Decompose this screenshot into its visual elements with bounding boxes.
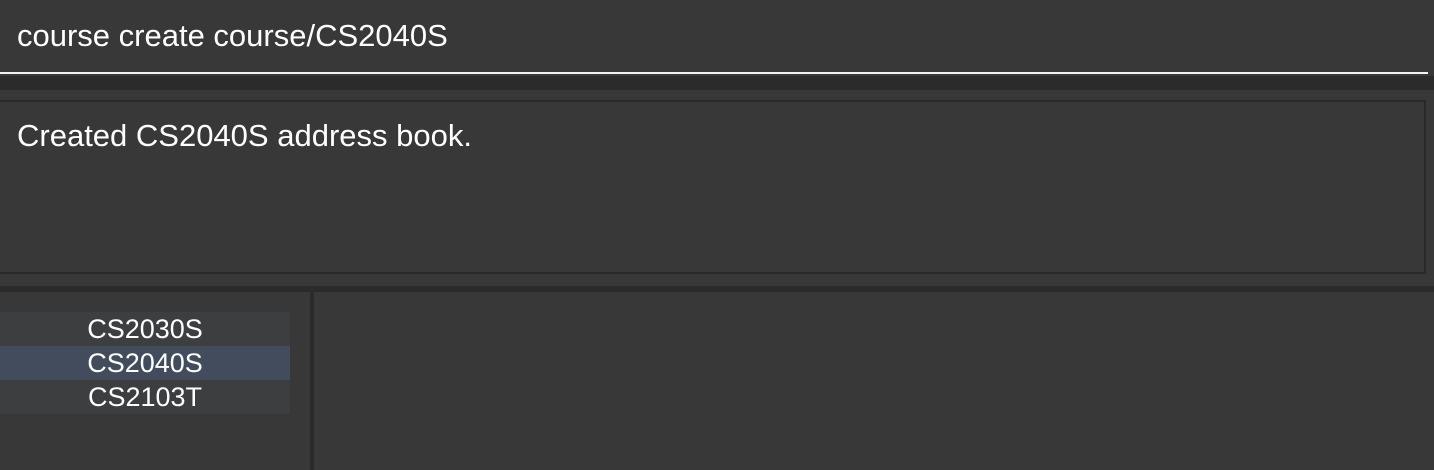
course-list-item[interactable]: CS2103T	[0, 380, 290, 414]
person-list-panel	[314, 292, 1434, 470]
divider	[0, 76, 1434, 90]
result-display[interactable]: Created CS2040S address book.	[0, 100, 1426, 274]
course-list-panel: CS2030S CS2040S CS2103T	[0, 292, 310, 470]
command-input[interactable]	[0, 0, 1428, 74]
main-panel: CS2030S CS2040S CS2103T	[0, 292, 1434, 470]
course-list-item[interactable]: CS2030S	[0, 312, 290, 346]
course-list-item-selected[interactable]: CS2040S	[0, 346, 290, 380]
app-window: Created CS2040S address book. CS2030S CS…	[0, 0, 1434, 470]
result-display-container: Created CS2040S address book.	[0, 90, 1434, 286]
result-message: Created CS2040S address book.	[17, 118, 472, 153]
command-box	[0, 0, 1434, 76]
course-list: CS2030S CS2040S CS2103T	[0, 312, 290, 414]
